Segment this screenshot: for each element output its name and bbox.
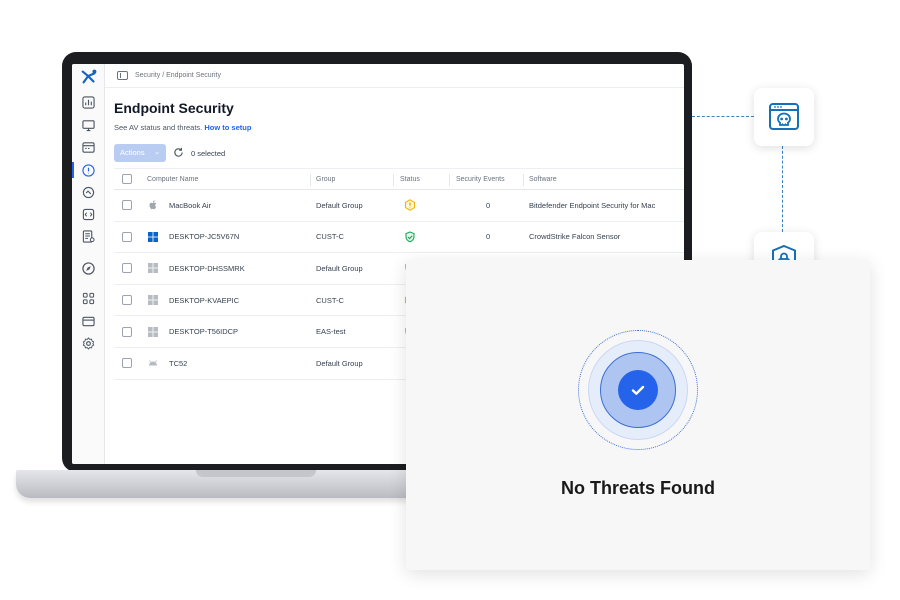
windows-icon — [148, 231, 158, 242]
laptop-base — [16, 470, 460, 498]
sidebar-toggle-icon[interactable] — [117, 71, 128, 80]
page-title: Endpoint Security — [114, 100, 234, 116]
windows-icon — [148, 295, 158, 306]
computer-name[interactable]: MacBook Air — [169, 190, 211, 221]
apps-grid-icon[interactable] — [82, 292, 95, 305]
table-header-row: Computer Name Group Status Security Even… — [114, 168, 684, 190]
apple-icon — [149, 200, 157, 210]
terminal-icon[interactable] — [82, 141, 95, 154]
group-name: Default Group — [316, 200, 363, 210]
windows-icon — [148, 263, 158, 274]
computer-name[interactable]: TC52 — [169, 348, 187, 379]
compass-icon[interactable] — [82, 262, 95, 275]
monitor-icon[interactable] — [82, 119, 95, 132]
refresh-icon[interactable] — [173, 147, 184, 158]
row-checkbox[interactable] — [122, 263, 132, 274]
computer-name[interactable]: DESKTOP-T56IDCP — [169, 316, 238, 347]
header-group[interactable]: Group — [316, 169, 335, 189]
selected-count: 0 selected — [191, 149, 226, 158]
column-divider[interactable] — [523, 174, 524, 186]
success-check-icon — [618, 370, 658, 410]
laptop-notch — [196, 470, 316, 477]
scan-result-panel: No Threats Found — [406, 260, 870, 570]
computer-name[interactable]: DESKTOP-JC5V67N — [169, 222, 239, 253]
column-divider[interactable] — [393, 174, 394, 186]
row-checkbox[interactable] — [122, 295, 132, 306]
actions-button[interactable]: Actions ⌄ — [114, 144, 166, 162]
header-status[interactable]: Status — [400, 169, 420, 189]
chevron-down-icon: ⌄ — [154, 149, 160, 156]
scripts-icon[interactable] — [82, 208, 95, 221]
group-name: Default Group — [316, 263, 363, 273]
row-checkbox[interactable] — [122, 231, 132, 242]
security-events-count: 0 — [486, 200, 491, 210]
connector-line — [692, 116, 754, 117]
table-row[interactable]: MacBook Air Default Group 0 Bitdefender … — [114, 190, 684, 222]
group-name: CUST-C — [316, 295, 344, 305]
group-name: EAS-test — [316, 327, 346, 337]
no-threats-message: No Threats Found — [561, 478, 715, 498]
security-events-count: 0 — [486, 232, 491, 242]
reports-icon[interactable] — [82, 230, 95, 243]
connector-line — [782, 146, 783, 232]
warning-status-icon — [404, 199, 416, 212]
settings-gear-icon[interactable] — [82, 337, 95, 350]
software-name: CrowdStrike Falcon Sensor — [529, 232, 621, 242]
computer-name[interactable]: DESKTOP-DHSSMRK — [169, 253, 245, 284]
computer-name[interactable]: DESKTOP-KVAEPIC — [169, 285, 239, 316]
row-checkbox[interactable] — [122, 358, 132, 369]
protected-shield-icon — [405, 231, 415, 243]
threat-window-card — [754, 88, 814, 146]
table-row[interactable]: DESKTOP-JC5V67N CUST-C 0 CrowdStrike Fal… — [114, 222, 684, 254]
how-to-setup-link[interactable]: How to setup — [204, 123, 251, 132]
brand-logo-icon[interactable] — [80, 68, 98, 86]
subtitle-text: See AV status and threats. — [114, 123, 203, 132]
nav-active-indicator — [72, 162, 74, 178]
sidebar — [72, 64, 105, 464]
select-all-checkbox[interactable] — [122, 174, 132, 184]
software-name: Bitdefender Endpoint Security for Mac — [529, 200, 656, 210]
row-checkbox[interactable] — [122, 200, 132, 211]
windows-icon — [148, 326, 158, 337]
top-bar: Security / Endpoint Security — [105, 64, 684, 88]
breadcrumb[interactable]: Security / Endpoint Security — [135, 72, 221, 79]
row-checkbox[interactable] — [122, 326, 132, 337]
billing-card-icon[interactable] — [82, 315, 95, 328]
android-icon — [149, 360, 157, 366]
group-name: CUST-C — [316, 232, 344, 242]
group-name: Default Group — [316, 358, 363, 368]
page-subtitle: See AV status and threats. How to setup — [114, 123, 251, 132]
header-software[interactable]: Software — [529, 169, 557, 189]
header-security-events[interactable]: Security Events — [456, 169, 505, 189]
dashboard-chart-icon[interactable] — [82, 96, 95, 109]
header-computer-name[interactable]: Computer Name — [147, 169, 198, 189]
column-divider[interactable] — [310, 174, 311, 186]
patch-cycle-icon[interactable] — [82, 186, 95, 199]
shield-security-icon[interactable] — [82, 164, 95, 177]
actions-label: Actions — [120, 148, 145, 157]
column-divider[interactable] — [449, 174, 450, 186]
threat-skull-icon — [769, 103, 799, 130]
